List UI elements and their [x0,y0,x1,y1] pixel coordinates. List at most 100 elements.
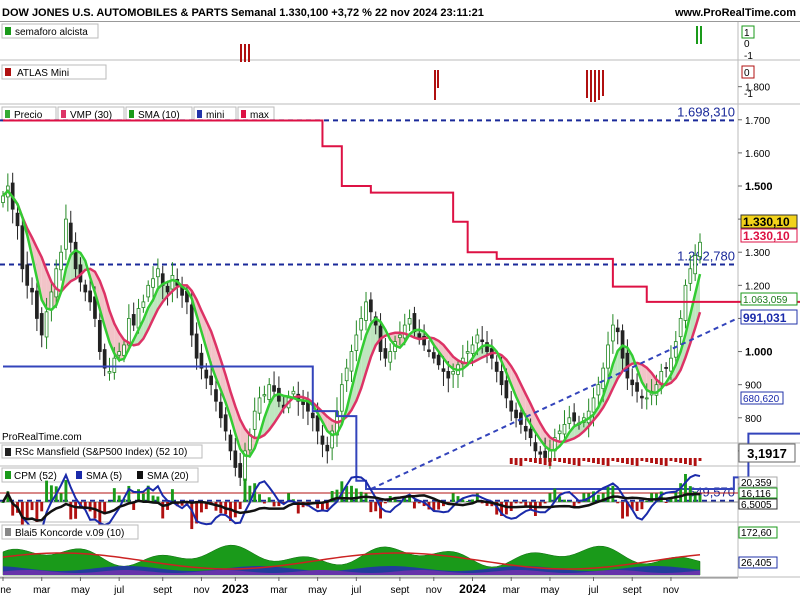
rsc-bar-137 [664,458,668,466]
ref-label-1: 1.262,780 [677,249,735,264]
candle-body-106 [514,409,518,419]
candle-body-139 [673,341,678,358]
x-tick-3: jul [113,585,124,596]
legend-swatch-3 [197,110,202,118]
x-tick-14: may [540,585,559,596]
candle-body-21 [102,349,107,369]
candle-body-73 [354,334,359,351]
trend-line [370,317,739,490]
x-tick-0: ene [0,585,12,596]
mini-price: 680,620 [743,394,780,405]
header-site: www.ProRealTime.com [674,7,796,19]
rsc-bar-123 [596,458,600,464]
candle-body-99 [480,339,485,343]
price-labels: 1.330,101.330,10 1.063,059 991,031 680,620 [740,214,798,405]
cpm-bar-24 [117,495,121,502]
candle-body-133 [644,397,649,400]
rsc-bar-128 [621,458,625,463]
candle-body-64 [310,412,315,419]
candle-body-125 [606,344,610,369]
candle-body-118 [572,412,577,422]
cpm-bar-127 [616,502,620,504]
candle-body-31 [151,278,155,288]
candle-body-39 [189,304,194,336]
rsc-bar-114 [553,458,557,461]
cpm-bar-15 [74,502,78,519]
rsc-bar-125 [606,458,610,466]
x-tick-8: may [308,585,327,596]
rsc-bar-119 [577,458,581,466]
rsc-bar-142 [688,458,692,465]
candle-body-75 [364,301,368,321]
candle-body-142 [688,268,693,284]
x-tick-7: mar [270,585,288,596]
cpm-bar-53 [258,494,261,502]
x-tick-4: sept [153,585,172,596]
candle-body-54 [262,394,267,397]
candle-body-109 [528,428,533,439]
cpm-bar-73 [354,488,358,502]
cpm-value-3: 6,5005 [741,500,772,511]
candle-body-144 [698,241,702,257]
candle-body-111 [538,451,543,455]
candle-body-97 [470,344,475,354]
y-tick-5: 1.300 [745,248,770,259]
candle-body-127 [615,327,620,333]
candle-body-14 [68,222,73,243]
rsc-bar-132 [640,458,644,461]
header-title: DOW JONES U.S. AUTOMOBILES & PARTS Seman… [2,7,484,19]
cpm-bar-144 [698,494,702,502]
candle-body-104 [504,380,509,399]
candle-body-79 [383,348,388,359]
cpm-bar-86 [417,502,421,504]
candle-body-96 [465,351,470,354]
rsc-bar-115 [558,458,562,462]
cpm-bar-6 [30,502,34,511]
reference-levels: 1.698,3101.262,780549,570 [0,104,738,502]
cpm-bar-132 [640,502,644,510]
rsc-bar-134 [650,458,654,463]
rsc-bar-118 [572,458,576,465]
rsc-bar-110 [533,458,537,463]
rsc-bar-113 [548,458,552,466]
x-tick-5: nov [193,585,209,596]
candle-body-4 [20,225,25,270]
rsc-bar-107 [519,458,523,466]
candle-body-130 [630,379,635,386]
candle-body-44 [214,389,218,402]
cpm-bar-79 [383,502,387,504]
cpm-bar-9 [45,480,49,502]
candle-body-29 [141,301,146,308]
cpm-bar-131 [635,502,639,511]
semaforo-label: semaforo alcista [15,27,88,38]
sma-price: 1.063,059 [743,295,788,306]
cpm-bar-107 [519,502,523,504]
rsc-bar-141 [684,458,687,464]
y-tick-10: 800 [745,414,762,425]
candle-body-84 [407,318,412,325]
candle-body-46 [223,414,228,432]
price-y-axis: 1.8001.7001.6001.5001.4001.3001.2001.100… [738,83,773,491]
cpm-label-2: SMA (5) [86,471,122,482]
cpm-sma20-line [1,490,701,522]
rsc-bar-133 [645,458,649,462]
candle-body-9 [44,311,49,338]
rsc-bar-112 [543,458,547,465]
candle-body-20 [97,320,102,352]
candle-body-70 [339,384,344,412]
candle-body-143 [693,255,698,275]
candle-body-137 [664,367,668,369]
candle-body-123 [596,384,601,396]
cpm-bar-77 [374,502,378,512]
cpm-bar-112 [543,502,547,504]
candle-body-13 [64,218,68,250]
cpm-value-2: 16,116 [741,489,771,500]
koncorde-value-1: 172,60 [741,528,772,539]
cpm-bar-5 [25,502,29,519]
price-legend: Precio VMP (30) SMA (10) mini max [1,106,275,122]
rsc-bar-144 [698,458,702,461]
rsc-bars [509,458,702,466]
candle-body-108 [523,425,528,432]
rsc-bar-135 [654,458,658,464]
candle-body-34 [165,285,170,293]
